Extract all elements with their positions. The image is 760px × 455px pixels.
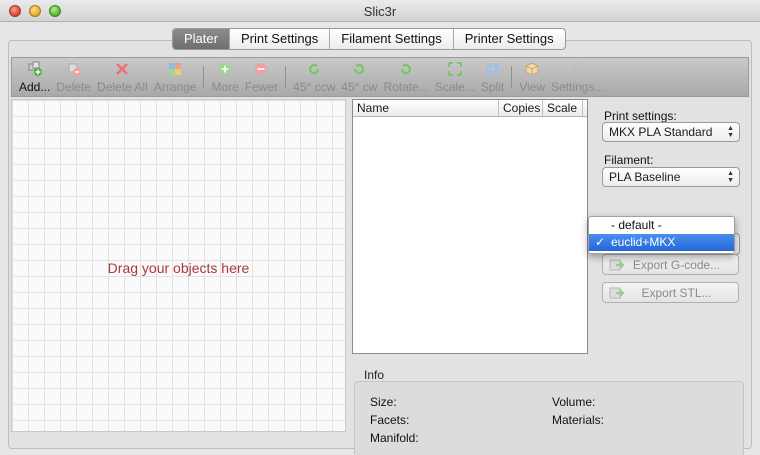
arrange-icon [166, 60, 184, 78]
tab-filament-settings[interactable]: Filament Settings [330, 29, 454, 49]
export-gcode-button[interactable]: Export G-code... [602, 254, 739, 275]
info-box: Size: Volume: Facets: Materials: Manifol… [354, 381, 744, 455]
plater-canvas[interactable]: Drag your objects here [11, 99, 346, 432]
filament-select[interactable]: PLA Baseline ▲ ▼ [602, 167, 740, 187]
rotate-ccw-icon [305, 60, 323, 78]
gear-icon [569, 60, 587, 78]
printer-option-euclid-mkx[interactable]: ✓ euclid+MKX [589, 234, 734, 251]
settings-button[interactable]: Settings... [548, 60, 607, 96]
tab-bar: Plater Print Settings Filament Settings … [172, 28, 566, 50]
facets-label: Facets: [370, 413, 410, 427]
print-settings-select[interactable]: MKX PLA Standard ▲ ▼ [602, 122, 740, 142]
plus-icon [216, 60, 234, 78]
fewer-button[interactable]: Fewer [242, 60, 281, 96]
export-arrow-icon [609, 257, 625, 273]
add-button[interactable]: Add... [16, 60, 53, 96]
updown-arrows-icon: ▲ ▼ [727, 125, 734, 139]
delete-object-icon [65, 60, 83, 78]
toolbar-separator [203, 66, 205, 88]
print-settings-label: Print settings: [604, 109, 677, 123]
export-arrow-icon [609, 285, 625, 301]
column-scale[interactable]: Scale [543, 100, 583, 116]
rotate-button[interactable]: Rotate... [380, 60, 431, 96]
tab-printer-settings[interactable]: Printer Settings [454, 29, 565, 49]
materials-label: Materials: [552, 413, 605, 427]
printer-option-default[interactable]: - default - [589, 217, 734, 234]
window-title: Slic3r [363, 4, 397, 19]
minus-icon [252, 60, 270, 78]
volume-label: Volume: [552, 395, 596, 409]
toolbar-separator [511, 66, 513, 88]
view-button[interactable]: View [516, 60, 548, 96]
rotate-icon [397, 60, 415, 78]
more-button[interactable]: More [208, 60, 241, 96]
scale-icon [446, 60, 464, 78]
object-list-header: Name Copies Scale [353, 100, 587, 117]
delete-all-icon [113, 60, 131, 78]
column-copies[interactable]: Copies [499, 100, 543, 116]
tab-print-settings[interactable]: Print Settings [230, 29, 331, 49]
info-title: Info [364, 368, 385, 382]
updown-arrows-icon: ▲ ▼ [727, 170, 734, 184]
object-list[interactable]: Name Copies Scale [352, 99, 588, 354]
box-view-icon [523, 60, 541, 78]
rotate-cw-icon [350, 60, 368, 78]
manifold-label: Manifold: [370, 431, 419, 445]
add-objects-icon [26, 60, 44, 78]
plater-toolbar: Add... Delete Delete All Arrange More Fe… [11, 57, 749, 97]
export-stl-button[interactable]: Export STL... [602, 282, 739, 303]
window-body: Plater Print Settings Filament Settings … [0, 22, 760, 455]
drag-hint-text: Drag your objects here [107, 260, 250, 276]
scale-button[interactable]: Scale... [432, 60, 478, 96]
split-icon [484, 60, 502, 78]
column-name[interactable]: Name [353, 100, 499, 116]
split-button[interactable]: Split [478, 60, 507, 96]
size-label: Size: [370, 395, 397, 409]
tab-plater[interactable]: Plater [173, 29, 230, 49]
toolbar-separator [285, 66, 287, 88]
filament-label: Filament: [604, 153, 654, 167]
checkmark-icon: ✓ [595, 235, 606, 249]
rotate-ccw-button[interactable]: 45° ccw [290, 60, 338, 96]
arrange-button[interactable]: Arrange [151, 60, 200, 96]
delete-all-button[interactable]: Delete All [94, 60, 151, 96]
rotate-cw-button[interactable]: 45° cw [338, 60, 380, 96]
printer-dropdown-menu: - default - ✓ euclid+MKX [588, 216, 735, 254]
delete-button[interactable]: Delete [53, 60, 94, 96]
title-bar: Slic3r [0, 0, 760, 22]
